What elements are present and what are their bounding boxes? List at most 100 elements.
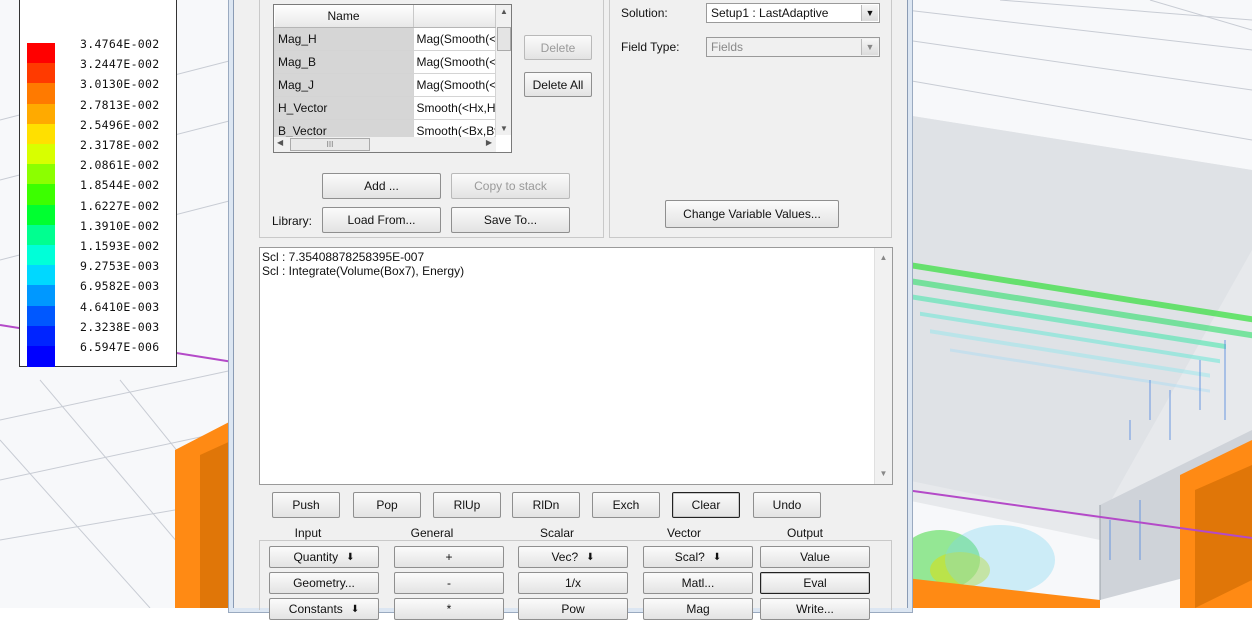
legend-value: 6.9582E-003 <box>80 279 160 294</box>
geometry-button[interactable]: Geometry... <box>269 572 379 594</box>
undo-button[interactable]: Undo <box>753 492 821 518</box>
write-button[interactable]: Write... <box>760 598 870 620</box>
push-button[interactable]: Push <box>272 492 340 518</box>
save-to-button[interactable]: Save To... <box>451 207 570 233</box>
legend-color-swatch <box>27 144 55 165</box>
legend-value: 1.6227E-002 <box>80 198 160 213</box>
legend-color-swatch <box>27 305 55 327</box>
legend-value: 1.3910E-002 <box>80 218 160 233</box>
button-label: Value <box>800 550 830 564</box>
solution-select[interactable]: Setup1 : LastAdaptive ▼ <box>706 3 880 23</box>
delete-button[interactable]: Delete <box>524 35 592 60</box>
button-label: 1/x <box>564 576 581 590</box>
legend-value: 1.8544E-002 <box>80 178 160 193</box>
vec-button[interactable]: Vec? ⬇ <box>518 546 628 568</box>
dropdown-arrow-icon: ⬇ <box>586 551 595 563</box>
button-label: Pow <box>561 602 585 616</box>
legend-value: 2.7813E-002 <box>80 97 160 112</box>
section-header-vector: Vector <box>666 526 702 540</box>
legend-value: 1.1593E-002 <box>80 239 160 253</box>
value-button[interactable]: Value <box>760 546 870 568</box>
load-from-button[interactable]: Load From... <box>322 207 441 233</box>
exchange-button[interactable]: Exch <box>592 492 660 518</box>
chevron-down-icon: ▼ <box>861 39 878 55</box>
legend-color-swatch <box>27 63 55 84</box>
scroll-down-icon: ▼ <box>879 469 888 478</box>
roll-down-button[interactable]: RlDn <box>512 492 580 518</box>
add-button[interactable]: Add ... <box>322 173 441 199</box>
library-label: Library: <box>272 214 313 228</box>
legend-value: 6.5947E-006 <box>80 340 160 354</box>
scroll-up-icon: ▲ <box>879 253 888 262</box>
stack-entry[interactable]: Scl : 7.35408878258395E-007 <box>262 250 464 264</box>
button-label: Vec? <box>551 550 579 564</box>
legend-color-swatch <box>27 204 55 226</box>
legend-color-swatch <box>27 265 55 286</box>
field-type-select[interactable]: Fields ▼ <box>706 37 880 57</box>
stack-entry[interactable]: Scl : Integrate(Volume(Box7), Energy) <box>262 264 464 278</box>
legend-value: 3.2447E-002 <box>80 57 160 72</box>
section-header-scalar: Scalar <box>539 526 574 540</box>
dropdown-arrow-icon: ⬇ <box>712 551 722 563</box>
mag-button[interactable]: Mag <box>643 598 753 620</box>
legend-color-swatch <box>27 164 55 185</box>
field-type-value: Fields <box>711 40 744 54</box>
legend-value: 2.3178E-002 <box>80 138 160 152</box>
solution-value: Setup1 : LastAdaptive <box>711 6 829 20</box>
button-label: Geometry... <box>293 576 355 590</box>
legend-color-swatch <box>27 224 55 246</box>
copy-to-stack-button[interactable]: Copy to stack <box>451 173 570 199</box>
legend-value: 2.5496E-002 <box>80 117 160 132</box>
1-x-button[interactable]: 1/x <box>518 572 628 594</box>
stack-lines: Scl : 7.35408878258395E-007 Scl : Integra… <box>260 250 464 278</box>
legend-value: 3.0130E-002 <box>80 77 160 92</box>
minus-button[interactable]: - <box>394 572 504 594</box>
pop-button[interactable]: Pop <box>353 492 421 518</box>
legend-color-swatch <box>27 245 55 266</box>
legend-color-swatch <box>27 184 55 206</box>
calculator-stack[interactable]: Scl : 7.35408878258395E-007 Scl : Integra… <box>259 247 893 485</box>
dropdown-arrow-icon: ⬇ <box>350 603 360 615</box>
legend-color-swatch <box>27 103 55 125</box>
button-label: Eval <box>803 576 827 590</box>
roll-up-button[interactable]: RlUp <box>433 492 501 518</box>
stack-vertical-scrollbar[interactable]: ▲ ▼ <box>874 248 892 484</box>
button-label: Write... <box>796 602 834 616</box>
legend-value: 9.2753E-003 <box>80 259 160 274</box>
button-label: Constants <box>288 602 343 616</box>
button-label: Quantity <box>293 550 339 564</box>
color-scale-legend: 3.4764E-002 3.2447E-002 3.0130E-002 2.7813E… <box>19 0 177 367</box>
multiply-button[interactable]: * <box>394 598 504 620</box>
legend-color-swatch <box>27 43 55 64</box>
matl-button[interactable]: Matl... <box>643 572 753 594</box>
button-label: + <box>445 550 453 564</box>
quantity-button[interactable]: Quantity ⬇ <box>269 546 379 568</box>
pow-button[interactable]: Pow <box>518 598 628 620</box>
field-type-label: Field Type: <box>621 40 680 54</box>
eval-button[interactable]: Eval <box>760 572 870 594</box>
delete-all-button[interactable]: Delete All <box>524 72 592 97</box>
scal-button[interactable]: Scal? ⬇ <box>643 546 753 568</box>
button-label: Mag <box>686 602 710 616</box>
dropdown-arrow-icon: ⬇ <box>346 551 355 563</box>
legend-value: 4.6410E-003 <box>80 299 160 314</box>
constants-button[interactable]: Constants ⬇ <box>269 598 379 620</box>
button-label: Matl... <box>681 576 715 590</box>
legend-color-swatch <box>27 123 55 145</box>
chevron-down-icon: ▼ <box>861 5 878 21</box>
button-label: * <box>446 602 452 616</box>
button-label: Scal? <box>674 550 705 564</box>
legend-color-swatch <box>27 325 55 347</box>
legend-value: 3.4764E-002 <box>80 37 160 51</box>
plus-button[interactable]: + <box>394 546 504 568</box>
legend-color-swatch <box>27 83 55 105</box>
section-header-general: General <box>410 526 454 540</box>
solution-label: Solution: <box>621 6 668 20</box>
legend-color-swatch <box>27 285 55 307</box>
legend-value: 2.3238E-003 <box>80 319 160 334</box>
button-label: - <box>447 576 451 590</box>
change-variable-values-button[interactable]: Change Variable Values... <box>665 200 839 228</box>
clear-button[interactable]: Clear <box>672 492 740 518</box>
legend-color-swatch <box>27 346 55 367</box>
section-header-output: Output <box>786 526 824 540</box>
